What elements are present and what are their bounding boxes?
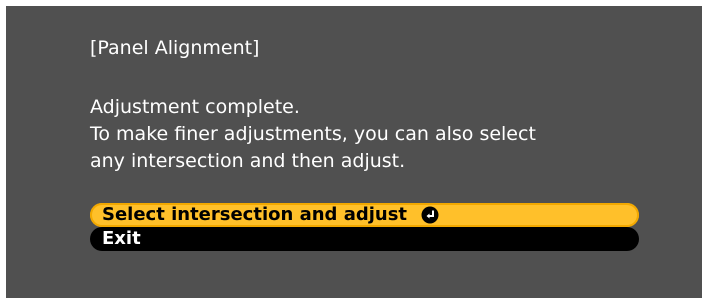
projector-menu-screen: [Panel Alignment] Adjustment complete. T… — [6, 6, 702, 298]
select-intersection-button[interactable]: Select intersection and adjust — [90, 203, 639, 227]
dialog-title: [Panel Alignment] — [90, 37, 260, 59]
message-line: any intersection and then adjust. — [90, 150, 406, 172]
message-line: To make finer adjustments, you can also … — [90, 123, 536, 145]
menu-item-label: Select intersection and adjust — [102, 204, 408, 225]
message-line: Adjustment complete. — [90, 96, 300, 118]
enter-icon — [421, 206, 439, 224]
dialog-message: Adjustment complete. To make finer adjus… — [90, 94, 536, 175]
options-menu: Select intersection and adjust Exit — [90, 203, 639, 251]
menu-item-label: Exit — [102, 228, 141, 249]
exit-button[interactable]: Exit — [90, 227, 639, 251]
